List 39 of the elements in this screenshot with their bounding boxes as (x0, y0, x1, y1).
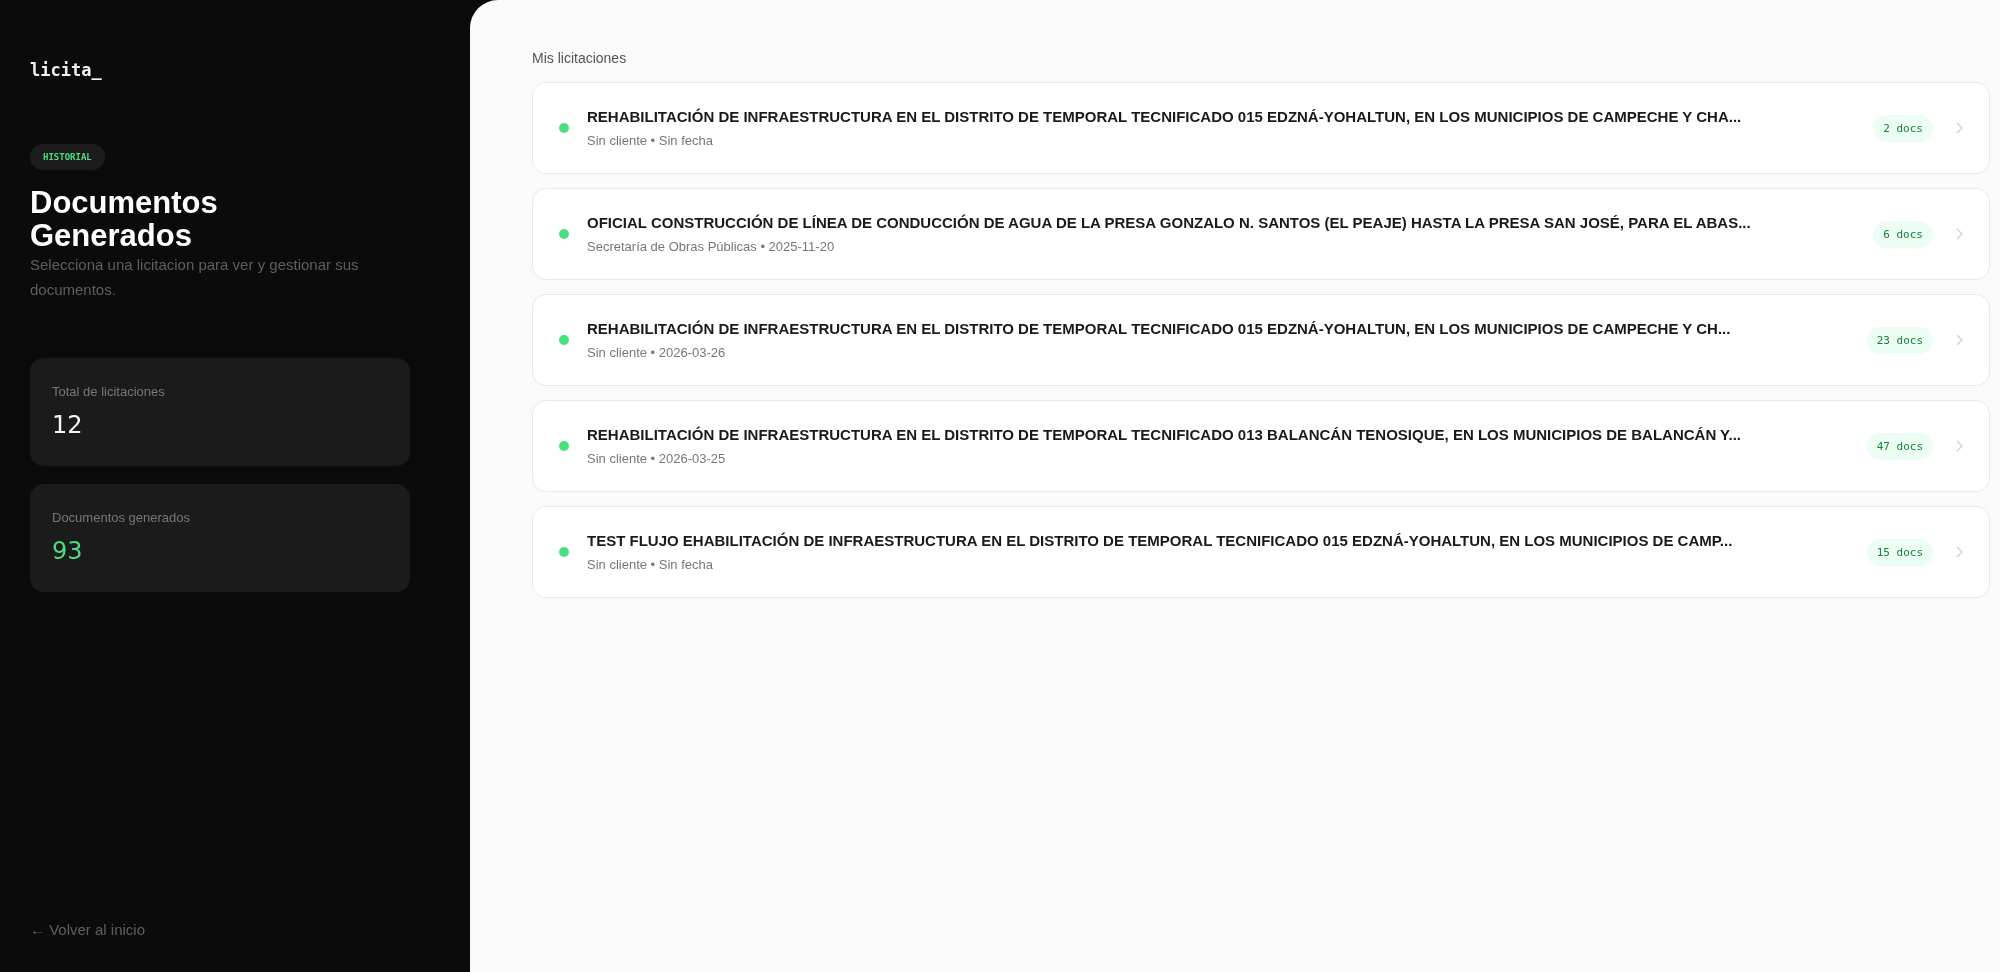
tender-title: TEST FLUJO EHABILITACIÓN DE INFRAESTRUCTURA EN EL DISTRITO DE TEMPORAL TECNIFICADO 015 EDZNÁ-YOHALTUN, EN LOS MUNICIPIOS DE CAMP... (587, 532, 1734, 549)
logo: licita_ (30, 60, 103, 80)
page-subtitle: Selecciona una licitacion para ver y gestionar sus documentos. (30, 255, 360, 300)
tender-card[interactable]: TEST FLUJO EHABILITACIÓN DE INFRAESTRUCTURA EN EL DISTRITO DE TEMPORAL TECNIFICADO 015 EDZNÁ-YOHALTUN, EN LOS MUNICIPIOS DE CAMP... Sin cliente • Sin fecha 15 docs (532, 506, 1990, 598)
tender-card[interactable]: REHABILITACIÓN DE INFRAESTRUCTURA EN EL DISTRITO DE TEMPORAL TECNIFICADO 013 BALANCÁN TENOSIQUE, EN LOS MUNICIPIOS DE BALANCÁN Y... Sin cliente • 2026-03-25 47 docs (532, 400, 1990, 492)
docs-count: 23 docs (1866, 326, 1933, 354)
tender-meta: Sin cliente • 2026-03-25 (587, 451, 727, 466)
docs-count: 47 docs (1866, 432, 1933, 460)
tender-meta: Secretaría de Obras Públicas • 2025-11-20 (587, 239, 836, 254)
status-dot (559, 335, 569, 345)
tender-title: OFICIAL CONSTRUCCIÓN DE LÍNEA DE CONDUCCIÓN DE AGUA DE LA PRESA GONZALO N. SANTOS (EL PEAJE) HASTA LA PRESA SAN JOSÉ, PARA EL ABAS... (587, 214, 1752, 231)
page-title: Documentos Generados (30, 186, 219, 252)
tender-card[interactable]: REHABILITACIÓN DE INFRAESTRUCTURA EN EL DISTRITO DE TEMPORAL TECNIFICADO 015 EDZNÁ-YOHALTUN, EN LOS MUNICIPIOS DE CAMPECHE Y CH... Sin cliente • 2026-03-26 23 docs (532, 294, 1990, 386)
chevron-right-icon (1955, 440, 1963, 452)
stat-label: Total de licitaciones (52, 384, 166, 399)
stat-label: Documentos generados (52, 510, 192, 525)
tender-card[interactable]: OFICIAL CONSTRUCCIÓN DE LÍNEA DE CONDUCCIÓN DE AGUA DE LA PRESA GONZALO N. SANTOS (EL PEAJE) HASTA LA PRESA SAN JOSÉ, PARA EL ABAS... Secretaría de Obras Públicas • 2025-11-20 6 docs (532, 188, 1990, 280)
status-dot (559, 229, 569, 239)
tender-meta: Sin cliente • Sin fecha (587, 133, 714, 148)
tender-meta: Sin cliente • 2026-03-26 (587, 345, 727, 360)
tender-title: REHABILITACIÓN DE INFRAESTRUCTURA EN EL DISTRITO DE TEMPORAL TECNIFICADO 015 EDZNÁ-YOHALTUN, EN LOS MUNICIPIOS DE CAMPECHE Y CHA... (587, 108, 1743, 125)
chevron-right-icon (1955, 228, 1963, 240)
status-dot (559, 441, 569, 451)
status-dot (559, 547, 569, 557)
tender-card[interactable]: REHABILITACIÓN DE INFRAESTRUCTURA EN EL DISTRITO DE TEMPORAL TECNIFICADO 015 EDZNÁ-YOHALTUN, EN LOS MUNICIPIOS DE CAMPECHE Y CHA... Sin cliente • Sin fecha 2 docs (532, 82, 1990, 174)
tender-title: REHABILITACIÓN DE INFRAESTRUCTURA EN EL DISTRITO DE TEMPORAL TECNIFICADO 015 EDZNÁ-YOHALTUN, EN LOS MUNICIPIOS DE CAMPECHE Y CH... (587, 320, 1732, 337)
section-heading: Mis licitaciones (532, 50, 628, 66)
chevron-right-icon (1955, 546, 1963, 558)
section-badge: HISTORIAL (30, 144, 105, 170)
chevron-right-icon (1955, 334, 1963, 346)
stat-value: 93 (52, 537, 84, 565)
status-dot (559, 123, 569, 133)
stat-value: 12 (52, 411, 84, 439)
docs-count: 15 docs (1866, 538, 1933, 566)
tender-title: REHABILITACIÓN DE INFRAESTRUCTURA EN EL DISTRITO DE TEMPORAL TECNIFICADO 013 BALANCÁN TENOSIQUE, EN LOS MUNICIPIOS DE BALANCÁN Y... (587, 426, 1742, 443)
docs-count: 2 docs (1873, 114, 1933, 142)
docs-count: 6 docs (1873, 220, 1933, 248)
chevron-right-icon (1955, 122, 1963, 134)
tender-meta: Sin cliente • Sin fecha (587, 557, 714, 572)
